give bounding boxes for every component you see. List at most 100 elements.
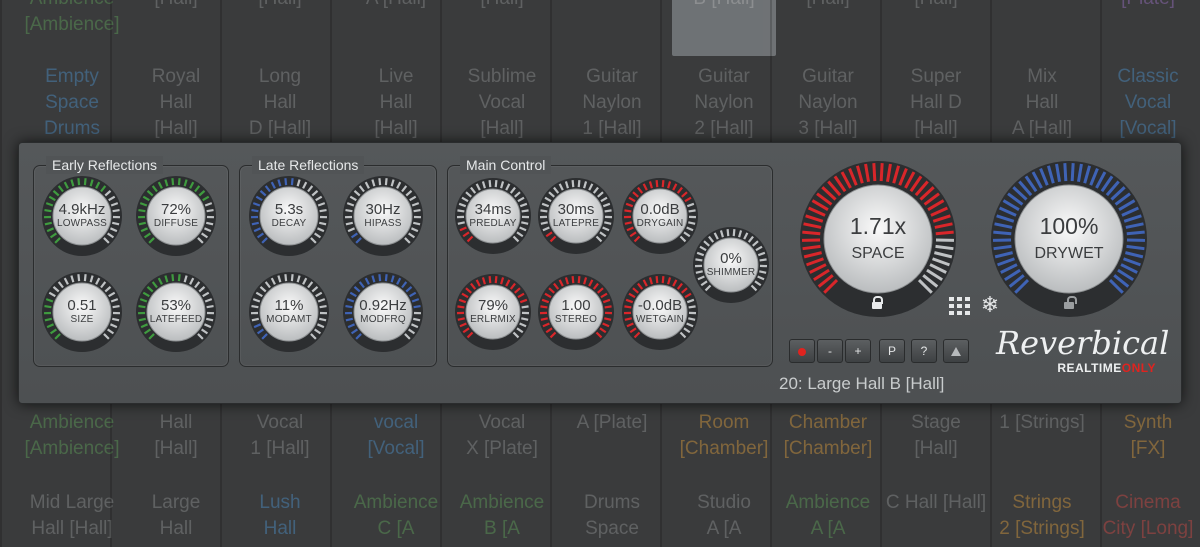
triangle-up-icon [951,347,961,357]
background-preset-31[interactable]: Mid Large Hall [Hall] [20,490,124,542]
space-lock-icon[interactable] [872,296,883,309]
stereo-knob-tick [540,305,548,309]
background-preset-9[interactable]: Empty Space Drums [20,64,124,142]
background-preset-0[interactable]: Ambience [Ambience] [20,0,124,38]
background-preset-18[interactable]: Mix Hall A [Hall] [990,64,1094,142]
background-preset-15[interactable]: Guitar Naylon 2 [Hall] [672,64,776,142]
erlrmix-knob-tick [521,317,529,321]
p-button[interactable]: P [879,339,905,363]
space-knob-tick [935,230,954,236]
background-preset-2[interactable]: [Hall] [228,0,332,12]
wetgain-knob[interactable] [617,269,703,355]
background-preset-20[interactable]: Ambience [Ambience] [20,410,124,462]
background-preset-16[interactable]: Guitar Naylon 3 [Hall] [776,64,880,142]
modamt-knob-tick [319,317,327,322]
modfrq-knob-tick [378,274,382,282]
background-preset-5[interactable]: B [Hall] [672,0,776,56]
latepre-knob-tick [540,209,548,213]
background-preset-8[interactable]: [Plate] [1096,0,1200,12]
background-preset-37[interactable]: Studio A [A [672,490,776,542]
latefeed-knob[interactable] [131,267,221,357]
latepre-knob[interactable] [533,173,619,259]
background-preset-13[interactable]: Sublime Vocal [Hall] [450,64,554,142]
up-button[interactable] [943,339,969,363]
latepre-knob-tick [604,221,612,225]
help-button[interactable]: ? [911,339,937,363]
lowpass-knob-tick [44,208,52,213]
background-preset-1[interactable]: [Hall] [124,0,228,12]
lowpass-knob[interactable] [37,171,127,261]
hipass-knob-tick [413,208,421,213]
background-preset-41[interactable]: Cinema City [Long] [1096,490,1200,542]
background-preset-25[interactable]: A [Plate] [560,410,664,436]
background-preset-27[interactable]: Chamber [Chamber] [776,410,880,462]
background-preset-7[interactable]: [Hall] [884,0,988,12]
shimmer-knob-tick [695,258,703,262]
predlay-knob[interactable] [450,173,536,259]
lowpass-knob-tick [112,221,120,226]
wetgain-knob-tick [624,305,632,309]
background-preset-35[interactable]: Ambience B [A [450,490,554,542]
background-preset-29[interactable]: 1 [Strings] [990,410,1094,436]
modamt-knob[interactable] [244,267,334,357]
shimmer-knob-body [703,237,759,293]
grid-icon[interactable] [949,297,971,315]
minus-button[interactable]: - [817,339,843,363]
modfrq-knob[interactable] [338,267,428,357]
latefeed-knob-tick [171,274,175,282]
background-preset-24[interactable]: Vocal X [Plate] [450,410,554,462]
diffuse-knob-tick [177,178,181,186]
background-preset-40[interactable]: Strings 2 [Strings] [990,490,1094,542]
background-preset-33[interactable]: Lush Hall [228,490,332,542]
record-button[interactable] [789,339,815,363]
background-preset-30[interactable]: Synth [FX] [1096,410,1200,462]
modfrq-knob-tick [413,304,421,309]
preset-name[interactable]: 20: Large Hall B [Hall] [779,373,1039,395]
drygain-knob-body [632,188,688,244]
brand-name: Reverbical [996,324,1170,362]
background-preset-3[interactable]: A [Hall] [344,0,448,12]
background-preset-32[interactable]: Large Hall [124,490,228,542]
background-preset-14[interactable]: Guitar Naylon 1 [Hall] [560,64,664,142]
background-preset-17[interactable]: Super Hall D [Hall] [884,64,988,142]
decay-knob[interactable] [244,171,334,261]
stereo-knob[interactable] [533,269,619,355]
background-preset-39[interactable]: C Hall [Hall] [884,490,988,516]
latefeed-knob-tick [138,317,146,322]
hipass-knob[interactable] [338,171,428,261]
background-preset-21[interactable]: Hall [Hall] [124,410,228,462]
background-preset-38[interactable]: Ambience A [A [776,490,880,542]
reverb-plugin-panel: Early Reflections Late Reflections Main … [18,142,1182,404]
lowpass-knob-tick [112,208,120,213]
wetgain-knob-tick [661,276,665,284]
background-preset-23[interactable]: vocal [Vocal] [344,410,448,462]
background-preset-28[interactable]: Stage [Hall] [884,410,988,462]
drywet-lock-icon[interactable] [1064,296,1077,309]
size-knob[interactable] [37,267,127,357]
size-knob-tick [44,317,52,322]
background-preset-10[interactable]: Royal Hall [Hall] [124,64,228,142]
background-preset-26[interactable]: Room [Chamber] [672,410,776,462]
background-preset-6[interactable]: [Hall] [776,0,880,12]
background-preset-36[interactable]: Drums Space [560,490,664,542]
diffuse-knob[interactable] [131,171,221,261]
background-preset-4[interactable]: [Hall] [450,0,554,12]
background-preset-22[interactable]: Vocal 1 [Hall] [228,410,332,462]
erlrmix-knob[interactable] [450,269,536,355]
shimmer-knob-tick [759,258,767,262]
stereo-knob-tick [540,317,548,321]
lowpass-knob-tick [77,178,81,186]
background-preset-19[interactable]: Classic Vocal [Vocal] [1096,64,1200,142]
plus-button[interactable]: + [845,339,871,363]
background-preset-34[interactable]: Ambience C [A [344,490,448,542]
predlay-knob-body [465,188,521,244]
background-preset-11[interactable]: Long Hall D [Hall] [228,64,332,142]
lowpass-knob-tick [83,178,87,186]
hipass-knob-tick [413,221,421,226]
latefeed-knob-tick [206,304,214,309]
snowflake-icon[interactable]: ❄ [977,292,1003,318]
background-preset-12[interactable]: Live Hall [Hall] [344,64,448,142]
modfrq-knob-tick [384,274,388,282]
predlay-knob-tick [457,221,465,225]
hipass-knob-tick [384,178,388,186]
